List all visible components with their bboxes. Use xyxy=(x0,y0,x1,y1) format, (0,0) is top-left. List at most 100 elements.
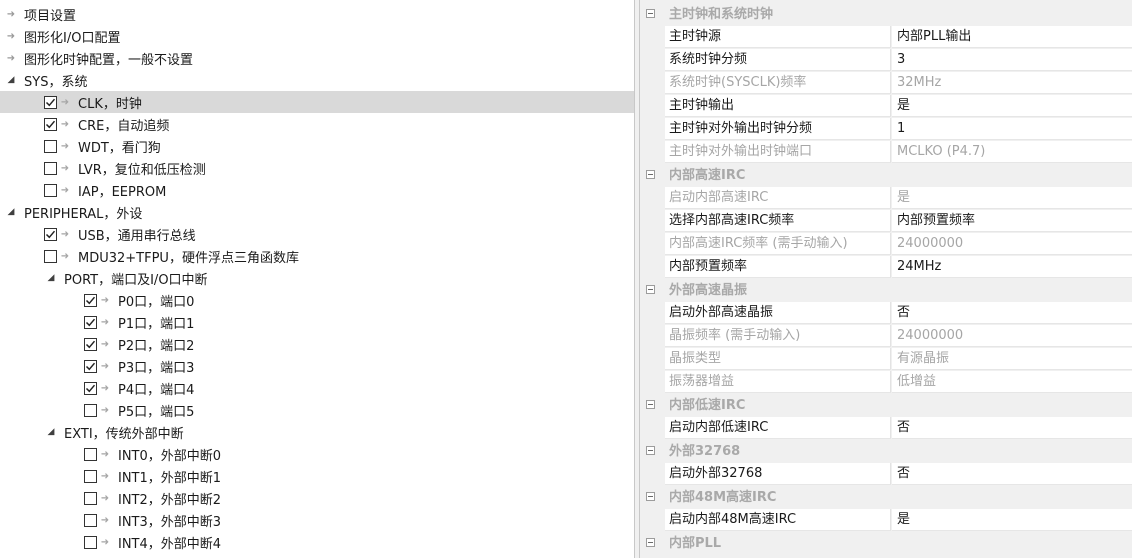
grid-property-row[interactable]: 系统时钟分频 3 xyxy=(640,49,1132,72)
tree-item-label: INT3，外部中断3 xyxy=(118,514,222,530)
grid-property-row[interactable]: 主时钟对外输出时钟端口 MCLKO (P4.7) xyxy=(640,141,1132,164)
checkbox-checked-icon[interactable] xyxy=(84,381,97,395)
tree-item-0-item[interactable]: ➜ 项目设置 xyxy=(0,3,634,25)
grid-category-row[interactable]: 内部PLL xyxy=(640,532,1132,555)
grid-category-row[interactable]: 内部高速IRC xyxy=(640,164,1132,187)
collapse-minus-icon[interactable] xyxy=(646,285,655,294)
checkbox-unchecked-icon[interactable] xyxy=(84,513,97,527)
grid-property-row[interactable]: 内部预置频率 24MHz xyxy=(640,256,1132,279)
checkbox-checked-icon[interactable] xyxy=(84,359,97,373)
tree-item-label: EXTI，传统外部中断 xyxy=(64,426,184,442)
checkbox-checked-icon[interactable] xyxy=(44,117,57,131)
tree-item-11-mdu32-tfpu[interactable]: ➜ MDU32+TFPU，硬件浮点三角函数库 xyxy=(0,245,634,267)
checkbox-unchecked-icon[interactable] xyxy=(44,161,57,175)
grid-category-row[interactable]: 内部48M高速IRC xyxy=(640,486,1132,509)
tree-item-22-int2-2[interactable]: ➜ INT2，外部中断2 xyxy=(0,487,634,509)
tree-item-2-item[interactable]: ➜ 图形化时钟配置，一般不设置 xyxy=(0,47,634,69)
grid-property-row[interactable]: 主时钟源 内部PLL输出 xyxy=(640,26,1132,49)
property-value[interactable]: 1 xyxy=(892,118,1132,140)
collapse-minus-icon[interactable] xyxy=(646,400,655,409)
property-name: 主时钟输出 xyxy=(665,95,891,117)
property-value[interactable]: 24MHz xyxy=(892,256,1132,278)
tree-item-9-peripheral[interactable]: ◢ PERIPHERAL，外设 xyxy=(0,201,634,223)
grid-property-row[interactable]: 主时钟输出是 xyxy=(640,95,1132,118)
checkbox-unchecked-icon[interactable] xyxy=(84,535,97,549)
tree-item-1-i-o[interactable]: ➜ 图形化I/O口配置 xyxy=(0,25,634,47)
grid-property-row[interactable]: 启动内部48M高速IRC 是 xyxy=(640,509,1132,532)
config-tree: ➜ 项目设置 ➜ 图形化I/O口配置 ➜ 图形化时钟配置，一般不设置 ◢ SYS，系统 ➜ CLK… xyxy=(0,0,634,558)
tree-item-12-port-i-o[interactable]: ◢ PORT，端口及I/O口中断 xyxy=(0,267,634,289)
checkbox-unchecked-icon[interactable] xyxy=(84,469,97,483)
tree-item-8-iap-eeprom[interactable]: ➜ IAP，EEPROM xyxy=(0,179,634,201)
property-name: 启动内部48M高速IRC xyxy=(665,509,891,531)
grid-property-row[interactable]: 内部高速IRC频率 (需手动输入) 24000000 xyxy=(640,233,1132,256)
checkbox-unchecked-icon[interactable] xyxy=(44,249,57,263)
checkbox-unchecked-icon[interactable] xyxy=(84,403,97,417)
collapse-minus-icon[interactable] xyxy=(646,446,655,455)
property-value[interactable]: 否 xyxy=(892,463,1132,485)
tree-item-19-exti[interactable]: ◢ EXTI，传统外部中断 xyxy=(0,421,634,443)
tree-item-6-wdt[interactable]: ➜ WDT，看门狗 xyxy=(0,135,634,157)
checkbox-checked-icon[interactable] xyxy=(84,315,97,329)
tree-item-label: LVR，复位和低压检测 xyxy=(78,162,206,178)
tree-item-14-p1-1[interactable]: ➜ P1口，端口1 xyxy=(0,311,634,333)
tree-item-3-sys[interactable]: ◢ SYS，系统 xyxy=(0,69,634,91)
grid-property-row[interactable]: 启动内部高速IRC 是 xyxy=(640,187,1132,210)
property-value[interactable]: 是 xyxy=(892,95,1132,117)
collapse-minus-icon[interactable] xyxy=(646,9,655,18)
grid-property-row[interactable]: 主时钟对外输出时钟分频 1 xyxy=(640,118,1132,141)
tree-item-10-usb[interactable]: ➜ USB，通用串行总线 xyxy=(0,223,634,245)
expand-triangle-icon[interactable]: ◢ xyxy=(46,427,56,437)
checkbox-checked-icon[interactable] xyxy=(84,337,97,351)
collapse-minus-icon[interactable] xyxy=(646,170,655,179)
tree-item-label: P4口，端口4 xyxy=(118,382,195,398)
property-name: 晶振频率 (需手动输入) xyxy=(665,325,891,347)
property-value[interactable]: 内部PLL输出 xyxy=(892,26,1132,48)
checkbox-unchecked-icon[interactable] xyxy=(44,183,57,197)
expand-triangle-icon[interactable]: ◢ xyxy=(46,273,56,283)
tree-item-21-int1-1[interactable]: ➜ INT1，外部中断1 xyxy=(0,465,634,487)
property-value[interactable]: 否 xyxy=(892,302,1132,324)
grid-category-label: 内部PLL xyxy=(669,536,722,551)
grid-property-row[interactable]: 晶振类型 有源晶振 xyxy=(640,348,1132,371)
grid-category-row[interactable]: 外部32768 xyxy=(640,440,1132,463)
grid-property-row[interactable]: 启动外部32768 否 xyxy=(640,463,1132,486)
checkbox-unchecked-icon[interactable] xyxy=(44,139,57,153)
grid-property-row[interactable]: 晶振频率 (需手动输入) 24000000 xyxy=(640,325,1132,348)
grid-category-row[interactable]: 主时钟和系统时钟 xyxy=(640,3,1132,26)
tree-item-4-clk[interactable]: ➜ CLK，时钟 xyxy=(0,91,634,113)
tree-item-15-p2-2[interactable]: ➜ P2口，端口2 xyxy=(0,333,634,355)
grid-category-row[interactable]: 内部低速IRC xyxy=(640,394,1132,417)
property-value[interactable]: 是 xyxy=(892,509,1132,531)
tree-item-18-p5-5[interactable]: ➜ P5口，端口5 xyxy=(0,399,634,421)
grid-category-row[interactable]: 外部高速晶振 xyxy=(640,279,1132,302)
checkbox-checked-icon[interactable] xyxy=(44,227,57,241)
grid-property-row[interactable]: 振荡器增益 低增益 xyxy=(640,371,1132,394)
tree-item-7-lvr[interactable]: ➜ LVR，复位和低压检测 xyxy=(0,157,634,179)
property-value[interactable]: 内部预置频率 xyxy=(892,210,1132,232)
grid-property-row[interactable]: 启动内部低速IRC 否 xyxy=(640,417,1132,440)
tree-item-20-int0-0[interactable]: ➜ INT0，外部中断0 xyxy=(0,443,634,465)
tree-item-label: INT0，外部中断0 xyxy=(118,448,222,464)
grid-property-row[interactable]: 选择内部高速IRC频率 内部预置频率 xyxy=(640,210,1132,233)
property-value[interactable]: 3 xyxy=(892,49,1132,71)
property-value[interactable]: 否 xyxy=(892,417,1132,439)
grid-property-row[interactable]: 系统时钟(SYSCLK)频率 32MHz xyxy=(640,72,1132,95)
checkbox-unchecked-icon[interactable] xyxy=(84,491,97,505)
expand-triangle-icon[interactable]: ◢ xyxy=(6,207,16,217)
checkbox-checked-icon[interactable] xyxy=(44,95,57,109)
tree-item-5-cre[interactable]: ➜ CRE，自动追频 xyxy=(0,113,634,135)
tree-item-24-int4-4[interactable]: ➜ INT4，外部中断4 xyxy=(0,531,634,553)
expand-triangle-icon[interactable]: ◢ xyxy=(6,75,16,85)
collapse-minus-icon[interactable] xyxy=(646,538,655,547)
checkbox-checked-icon[interactable] xyxy=(84,293,97,307)
tree-item-17-p4-4[interactable]: ➜ P4口，端口4 xyxy=(0,377,634,399)
property-value: 有源晶振 xyxy=(892,348,1132,370)
checkbox-unchecked-icon[interactable] xyxy=(84,447,97,461)
tree-item-13-p0-0[interactable]: ➜ P0口，端口0 xyxy=(0,289,634,311)
tree-item-16-p3-3[interactable]: ➜ P3口，端口3 xyxy=(0,355,634,377)
tree-item-label: 项目设置 xyxy=(24,8,77,24)
grid-property-row[interactable]: 启动外部高速晶振否 xyxy=(640,302,1132,325)
collapse-minus-icon[interactable] xyxy=(646,492,655,501)
tree-item-23-int3-3[interactable]: ➜ INT3，外部中断3 xyxy=(0,509,634,531)
